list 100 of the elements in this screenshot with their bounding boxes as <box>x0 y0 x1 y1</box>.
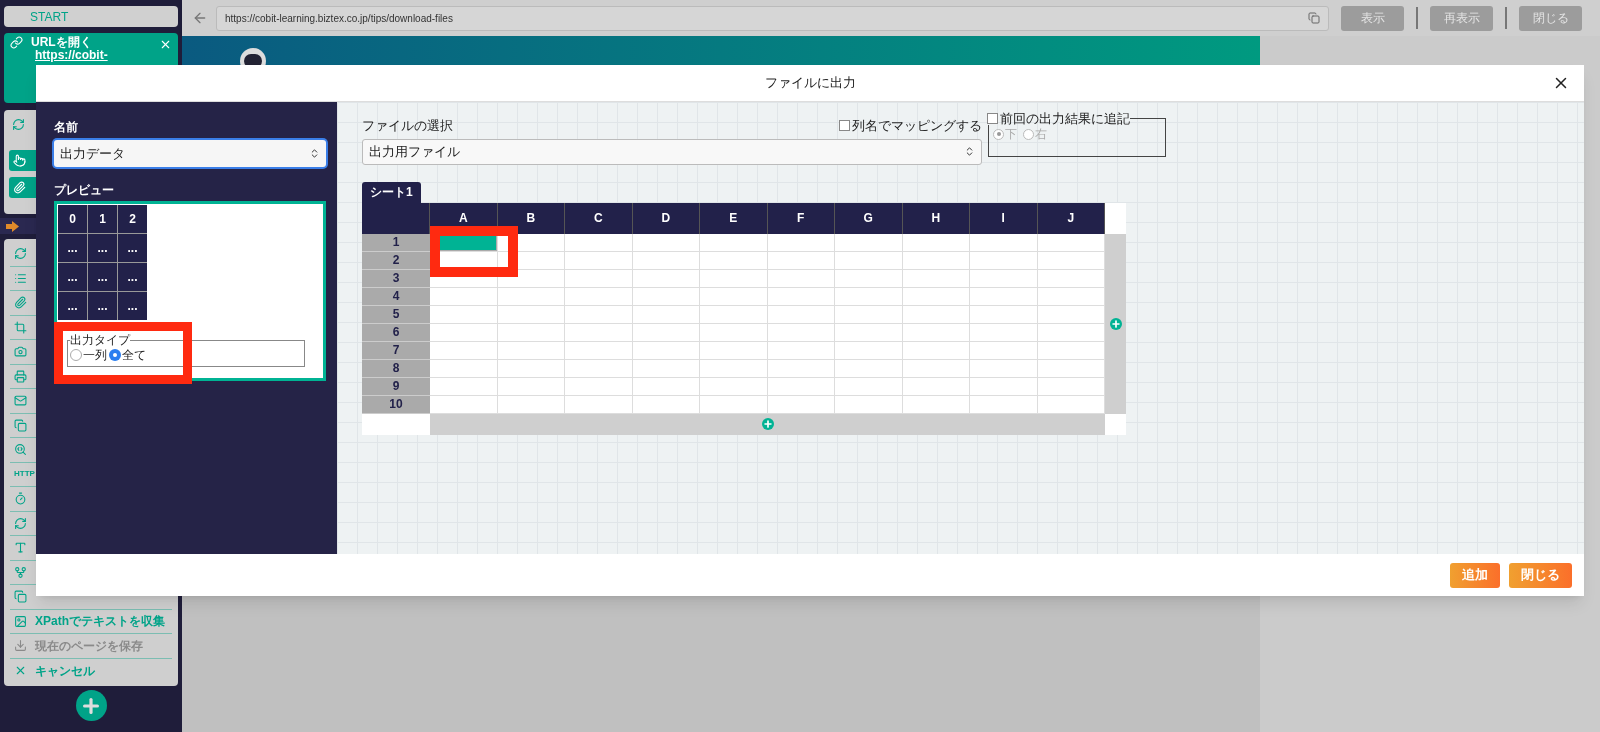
grid-cell[interactable] <box>632 269 700 288</box>
grid-cell[interactable] <box>565 323 633 342</box>
grid-cell[interactable] <box>497 287 565 306</box>
grid-cell[interactable] <box>497 377 565 396</box>
grid-cell[interactable] <box>632 395 700 414</box>
grid-cell[interactable] <box>497 305 565 324</box>
grid-cell[interactable] <box>632 251 700 270</box>
grid-cell[interactable] <box>700 323 768 342</box>
grid-cell[interactable] <box>970 305 1038 324</box>
grid-cell[interactable] <box>497 341 565 360</box>
grid-cell[interactable] <box>565 395 633 414</box>
grid-cell[interactable] <box>430 359 498 378</box>
grid-cell[interactable] <box>1037 359 1105 378</box>
grid-cell[interactable] <box>1037 305 1105 324</box>
grid-cell[interactable] <box>970 395 1038 414</box>
grid-cell[interactable] <box>700 287 768 306</box>
grid-cell[interactable] <box>767 305 835 324</box>
checkbox[interactable] <box>987 113 998 124</box>
grid-cell[interactable] <box>767 287 835 306</box>
grid-cell[interactable] <box>1037 269 1105 288</box>
grid-cell[interactable] <box>632 233 700 252</box>
grid-cell[interactable] <box>497 359 565 378</box>
grid-cell[interactable] <box>1037 251 1105 270</box>
grid-cell[interactable] <box>835 287 903 306</box>
grid-cell[interactable] <box>497 269 565 288</box>
grid-cell[interactable] <box>902 377 970 396</box>
grid-cell[interactable] <box>835 377 903 396</box>
grid-cell[interactable] <box>902 395 970 414</box>
grid-cell[interactable] <box>632 305 700 324</box>
url-field[interactable]: https://cobit-learning.biztex.co.jp/tips/download-files <box>216 5 1329 31</box>
grid-cell[interactable] <box>700 395 768 414</box>
grid-cell[interactable] <box>970 269 1038 288</box>
grid-cell[interactable] <box>902 269 970 288</box>
file-select[interactable]: 出力用ファイル <box>362 138 982 165</box>
name-select[interactable]: 出力データ <box>54 140 326 167</box>
grid-cell[interactable] <box>700 341 768 360</box>
grid-cell[interactable] <box>970 341 1038 360</box>
dialog-button[interactable]: 追加 <box>1450 562 1500 588</box>
grid-cell[interactable] <box>565 233 633 252</box>
grid-cell[interactable] <box>565 377 633 396</box>
grid-cell[interactable] <box>835 251 903 270</box>
grid-cell[interactable] <box>970 287 1038 306</box>
grid-cell[interactable] <box>902 323 970 342</box>
grid-cell[interactable] <box>767 233 835 252</box>
radio-button[interactable] <box>1023 128 1034 140</box>
grid-cell[interactable] <box>565 341 633 360</box>
radio-button[interactable] <box>70 349 82 361</box>
grid-cell[interactable] <box>767 395 835 414</box>
radio-button[interactable] <box>109 349 121 361</box>
grid-cell[interactable] <box>902 305 970 324</box>
grid-cell[interactable] <box>565 359 633 378</box>
back-icon[interactable] <box>192 10 208 26</box>
grid-cell[interactable] <box>565 287 633 306</box>
grid-cell[interactable] <box>767 359 835 378</box>
grid-cell[interactable] <box>632 377 700 396</box>
grid-cell[interactable] <box>632 341 700 360</box>
grid-cell[interactable] <box>767 377 835 396</box>
action-item[interactable]: キャンセル <box>10 658 172 683</box>
grid-cell[interactable] <box>430 377 498 396</box>
grid-cell[interactable] <box>1037 287 1105 306</box>
grid-cell[interactable] <box>902 341 970 360</box>
grid-cell[interactable] <box>430 323 498 342</box>
grid-cell[interactable] <box>497 323 565 342</box>
grid-cell[interactable] <box>767 251 835 270</box>
grid-cell[interactable] <box>430 305 498 324</box>
checkbox[interactable] <box>839 120 850 132</box>
grid-cell[interactable] <box>767 323 835 342</box>
grid-cell[interactable] <box>632 323 700 342</box>
grid-cell[interactable] <box>835 233 903 252</box>
grid-cell[interactable] <box>835 323 903 342</box>
grid-cell[interactable] <box>632 287 700 306</box>
grid-cell[interactable] <box>902 287 970 306</box>
dialog-button[interactable]: 閉じる <box>1509 562 1572 588</box>
toolbar-button[interactable]: 閉じる <box>1519 5 1582 31</box>
grid-cell[interactable] <box>430 395 498 414</box>
grid-cell[interactable] <box>835 341 903 360</box>
grid-cell[interactable] <box>700 233 768 252</box>
grid-cell[interactable] <box>902 233 970 252</box>
grid-cell[interactable] <box>970 251 1038 270</box>
grid-cell[interactable] <box>902 359 970 378</box>
grid-cell[interactable] <box>970 377 1038 396</box>
grid-cell[interactable] <box>700 359 768 378</box>
grid-cell[interactable] <box>902 251 970 270</box>
grid-cell[interactable] <box>767 269 835 288</box>
grid-cell[interactable] <box>767 341 835 360</box>
grid-cell[interactable] <box>700 269 768 288</box>
grid-cell[interactable] <box>970 233 1038 252</box>
toolbar-button[interactable]: 表示 <box>1341 5 1404 31</box>
add-action-button[interactable] <box>75 690 107 721</box>
grid-cell[interactable] <box>1037 377 1105 396</box>
grid-cell[interactable] <box>565 251 633 270</box>
radio-button[interactable] <box>993 128 1004 140</box>
grid-cell[interactable] <box>970 359 1038 378</box>
copy-icon[interactable] <box>1308 12 1320 24</box>
grid-cell[interactable] <box>835 395 903 414</box>
grid-cell[interactable] <box>1037 395 1105 414</box>
add-row-bar[interactable] <box>430 413 1105 435</box>
grid-cell[interactable] <box>835 305 903 324</box>
grid-cell[interactable] <box>700 305 768 324</box>
grid-cell[interactable] <box>700 377 768 396</box>
